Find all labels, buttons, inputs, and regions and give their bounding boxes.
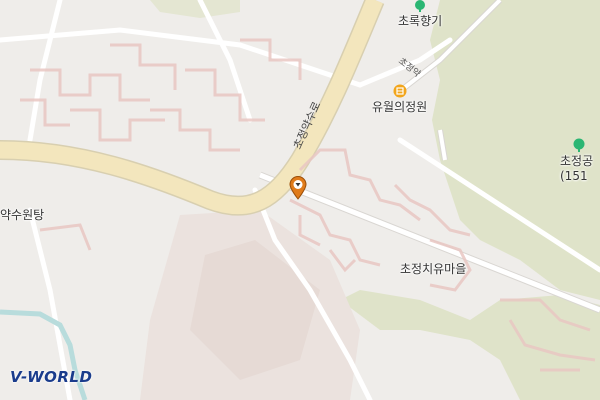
park-icon: [415, 0, 426, 12]
poi-yuwol-garden[interactable]: 유월의정원: [372, 84, 427, 115]
park-icon: [573, 138, 585, 152]
poi-chorok-hyanggi[interactable]: 초록향기: [398, 0, 442, 29]
vworld-logo: V-WORLD: [10, 368, 93, 386]
area-label-chojeong-healing-village: 초정치유마을: [400, 262, 467, 276]
poi-label: 초정공: [560, 154, 594, 168]
poi-sublabel: (151: [560, 169, 588, 183]
map-base-layer: 초정약수로 초정약: [0, 0, 600, 400]
map-canvas[interactable]: 초정약수로 초정약 초록향기 유월의정원 초정공 (151 약수원탕 초정치유마…: [0, 0, 600, 400]
poi-label: 초록향기: [398, 14, 443, 28]
poi-label: 유월의정원: [372, 100, 428, 114]
poi-chojeong-park[interactable]: 초정공 (151: [560, 138, 593, 183]
area-label-yaksu-wontang: 약수원탕: [0, 208, 45, 222]
building-icon: [393, 84, 407, 98]
location-pin-icon[interactable]: [289, 176, 307, 200]
